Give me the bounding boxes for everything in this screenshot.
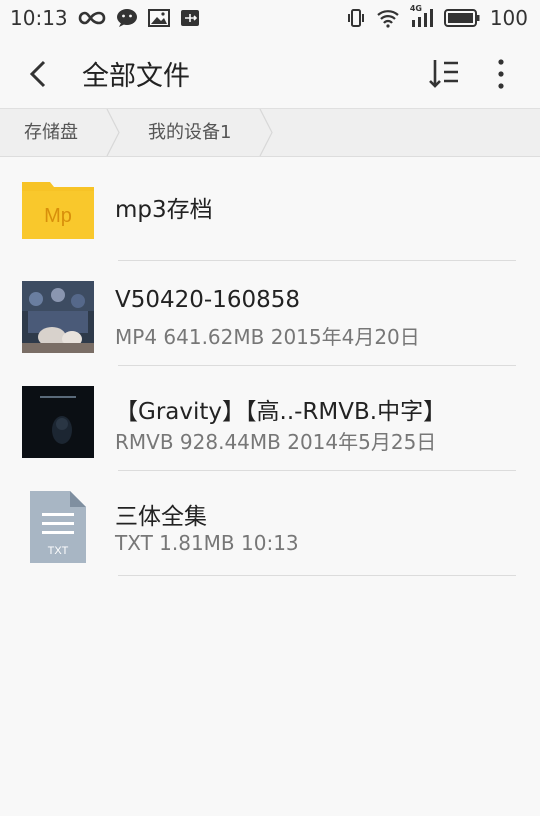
file-meta: MP4 641.62MB 2015年4月20日: [115, 325, 420, 349]
sort-button[interactable]: [426, 56, 462, 92]
file-name: 【Gravity】【高..-RMVB.中字】: [115, 399, 447, 425]
status-bar: 10:13 4G 100: [0, 0, 540, 36]
txt-badge: TXT: [48, 545, 69, 557]
breadcrumb-item-storage[interactable]: 存储盘: [24, 109, 78, 156]
folder-badge: Mp: [44, 205, 72, 227]
back-arrow-icon: [29, 60, 46, 88]
back-button[interactable]: [24, 58, 56, 90]
file-name: V50420-160858: [115, 287, 300, 313]
video-thumbnail: [22, 386, 94, 458]
signal-icon: 4G: [410, 4, 434, 28]
status-right: 4G 100: [346, 0, 528, 36]
divider: [118, 575, 516, 576]
text-document-icon: TXT: [30, 491, 86, 563]
more-options-button[interactable]: [486, 56, 516, 92]
page-title: 全部文件: [82, 61, 190, 92]
battery-icon: [443, 8, 480, 28]
chevron-right-icon: [259, 109, 273, 156]
image-icon: [147, 9, 170, 27]
list-item[interactable]: TXT 三体全集 TXT 1.81MB 10:13: [0, 471, 540, 576]
status-left: 10:13: [10, 6, 200, 30]
video-thumbnail: [22, 281, 94, 353]
status-time: 10:13: [10, 6, 68, 30]
more-vertical-icon: [498, 59, 504, 89]
file-meta: TXT 1.81MB 10:13: [115, 531, 299, 555]
file-list: Mp mp3存档 V50420-160858 MP4 641.62MB 2015…: [0, 156, 540, 576]
vibrate-icon: [346, 8, 366, 28]
file-meta: RMVB 928.44MB 2014年5月25日: [115, 430, 437, 454]
infinity-icon: [78, 10, 106, 26]
folder-icon: Mp: [22, 182, 94, 239]
breadcrumb-item-device[interactable]: 我的设备1: [148, 109, 231, 156]
file-name: 三体全集: [115, 504, 207, 530]
chevron-right-icon: [106, 109, 120, 156]
breadcrumb: 存储盘 我的设备1: [0, 108, 540, 157]
wechat-icon: [116, 8, 138, 28]
list-item[interactable]: 【Gravity】【高..-RMVB.中字】 RMVB 928.44MB 201…: [0, 366, 540, 471]
list-item[interactable]: V50420-160858 MP4 641.62MB 2015年4月20日: [0, 261, 540, 366]
wifi-icon: [376, 8, 400, 28]
network-type: 4G: [409, 4, 422, 13]
list-item[interactable]: Mp mp3存档: [0, 156, 540, 261]
battery-level: 100: [489, 6, 528, 30]
app-bar: 全部文件: [0, 36, 540, 108]
usb-icon: [180, 9, 200, 27]
file-name: mp3存档: [115, 197, 213, 223]
sort-icon: [429, 60, 458, 88]
